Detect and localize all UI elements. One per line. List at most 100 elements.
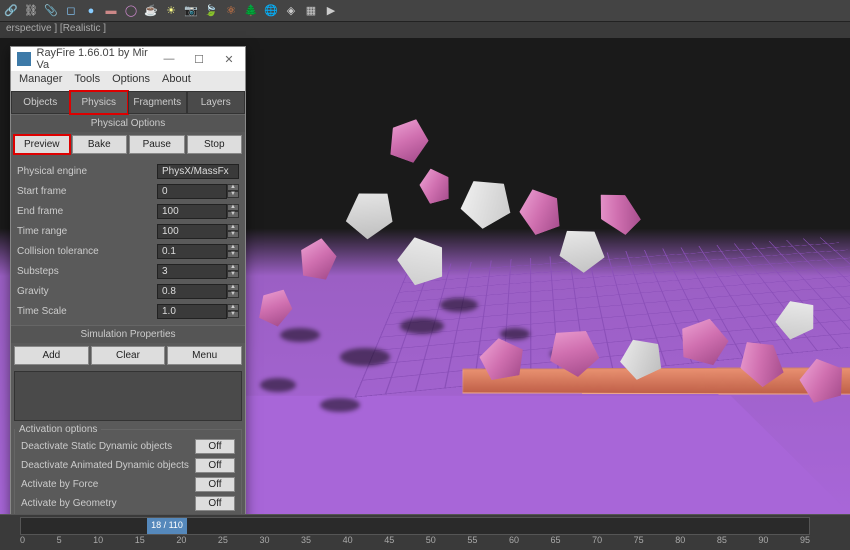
- minimize-button[interactable]: —: [159, 53, 179, 66]
- tab-fragments[interactable]: Fragments: [128, 91, 187, 114]
- tick: 75: [634, 535, 644, 545]
- rayfire-tabs: Objects Physics Fragments Layers: [11, 91, 245, 114]
- pause-button[interactable]: Pause: [129, 135, 185, 154]
- fragment: [514, 182, 567, 237]
- tool-snap-icon[interactable]: ◈: [282, 2, 300, 20]
- param-input[interactable]: [157, 184, 227, 199]
- tool-grid-icon[interactable]: ▦: [302, 2, 320, 20]
- fragment-shadow: [500, 328, 530, 340]
- param-input[interactable]: [157, 224, 227, 239]
- param-input[interactable]: [157, 284, 227, 299]
- param-input[interactable]: [157, 204, 227, 219]
- clear-button[interactable]: Clear: [91, 346, 166, 365]
- rayfire-titlebar[interactable]: RayFire 1.66.01 by Mir Va — ☐ ✕: [11, 47, 245, 71]
- timeline-track[interactable]: 18 / 110: [20, 517, 810, 535]
- tick: 40: [343, 535, 353, 545]
- rayfire-menubar: Manager Tools Options About: [11, 71, 245, 91]
- stop-button[interactable]: Stop: [187, 135, 243, 154]
- sim-props-buttons: Add Clear Menu: [11, 343, 245, 368]
- tick: 10: [93, 535, 103, 545]
- activation-toggle[interactable]: Off: [195, 458, 235, 473]
- tick: 55: [467, 535, 477, 545]
- sim-props-list[interactable]: [14, 371, 242, 421]
- fragment: [416, 165, 454, 206]
- fragment-shadow: [280, 328, 320, 342]
- sim-props-header: Simulation Properties: [11, 325, 245, 343]
- tool-cube-icon[interactable]: ◻: [62, 2, 80, 20]
- activation-label: Deactivate Animated Dynamic objects: [21, 460, 195, 471]
- param-input[interactable]: [157, 244, 227, 259]
- tool-light-icon[interactable]: ☀: [162, 2, 180, 20]
- physical-options-header: Physical Options: [11, 114, 245, 132]
- tick: 20: [176, 535, 186, 545]
- activation-options-group: Activation options Deactivate Static Dyn…: [14, 424, 242, 518]
- fragment-shadow: [340, 348, 390, 366]
- tool-torus-icon[interactable]: ◯: [122, 2, 140, 20]
- close-button[interactable]: ✕: [219, 53, 239, 66]
- tool-atom-icon[interactable]: ⚛: [222, 2, 240, 20]
- spinner[interactable]: ▲▼: [227, 204, 239, 218]
- menu-button[interactable]: Menu: [167, 346, 242, 365]
- fragment-shadow: [400, 318, 444, 334]
- tick: 90: [758, 535, 768, 545]
- tick: 85: [717, 535, 727, 545]
- tool-cylinder-icon[interactable]: ▬: [102, 2, 120, 20]
- timeline: 18 / 110 0510152025303540455055606570758…: [0, 514, 850, 550]
- spinner[interactable]: ▲▼: [227, 264, 239, 278]
- timeline-ruler: 05101520253035404550556065707580859095: [0, 535, 850, 545]
- activation-toggle[interactable]: Off: [195, 477, 235, 492]
- tab-layers[interactable]: Layers: [187, 91, 246, 114]
- tool-link-icon[interactable]: 🔗: [2, 2, 20, 20]
- activation-label: Deactivate Static Dynamic objects: [21, 441, 195, 452]
- timeline-cursor[interactable]: 18 / 110: [147, 518, 187, 534]
- param-input[interactable]: [157, 304, 227, 319]
- tool-unlink-icon[interactable]: ⛓: [22, 2, 40, 20]
- tool-globe-icon[interactable]: 🌐: [262, 2, 280, 20]
- fragment: [254, 283, 298, 329]
- param-label: Start frame: [17, 186, 157, 197]
- param-label: Collision tolerance: [17, 246, 157, 257]
- tab-physics[interactable]: Physics: [70, 91, 129, 114]
- fragment: [452, 169, 518, 234]
- add-button[interactable]: Add: [14, 346, 89, 365]
- tick: 35: [301, 535, 311, 545]
- spinner[interactable]: ▲▼: [227, 244, 239, 258]
- tool-render-icon[interactable]: ▶: [322, 2, 340, 20]
- tool-bind-icon[interactable]: 📎: [42, 2, 60, 20]
- tick: 30: [259, 535, 269, 545]
- preview-button[interactable]: Preview: [14, 135, 70, 154]
- tool-camera-icon[interactable]: 📷: [182, 2, 200, 20]
- tool-tree-icon[interactable]: 🌲: [242, 2, 260, 20]
- tool-leaf-icon[interactable]: 🍃: [202, 2, 220, 20]
- tick: 45: [384, 535, 394, 545]
- activation-toggle[interactable]: Off: [195, 496, 235, 511]
- menu-options[interactable]: Options: [112, 73, 150, 89]
- menu-about[interactable]: About: [162, 73, 191, 89]
- menu-tools[interactable]: Tools: [74, 73, 100, 89]
- spinner[interactable]: ▲▼: [227, 224, 239, 238]
- param-label: Time range: [17, 226, 157, 237]
- fragment: [384, 113, 434, 165]
- tick: 5: [57, 535, 62, 545]
- activation-toggle[interactable]: Off: [195, 439, 235, 454]
- fragment-shadow: [440, 298, 478, 312]
- tab-objects[interactable]: Objects: [11, 91, 70, 114]
- spinner[interactable]: ▲▼: [227, 284, 239, 298]
- maximize-button[interactable]: ☐: [189, 53, 209, 66]
- tool-teapot-icon[interactable]: ☕: [142, 2, 160, 20]
- spinner[interactable]: ▲▼: [227, 304, 239, 318]
- tick: 95: [800, 535, 810, 545]
- engine-select[interactable]: PhysX/MassFx: [157, 164, 239, 179]
- bake-button[interactable]: Bake: [72, 135, 128, 154]
- fragment: [795, 353, 848, 405]
- tick: 50: [426, 535, 436, 545]
- tick: 25: [218, 535, 228, 545]
- activation-legend: Activation options: [15, 424, 101, 435]
- physical-options-form: Physical engine PhysX/MassFx Start frame…: [11, 157, 245, 325]
- tool-sphere-icon[interactable]: ●: [82, 2, 100, 20]
- rayfire-title-text: RayFire 1.66.01 by Mir Va: [37, 47, 160, 71]
- param-input[interactable]: [157, 264, 227, 279]
- spinner[interactable]: ▲▼: [227, 184, 239, 198]
- menu-manager[interactable]: Manager: [19, 73, 62, 89]
- rayfire-panel: RayFire 1.66.01 by Mir Va — ☐ ✕ Manager …: [10, 46, 246, 522]
